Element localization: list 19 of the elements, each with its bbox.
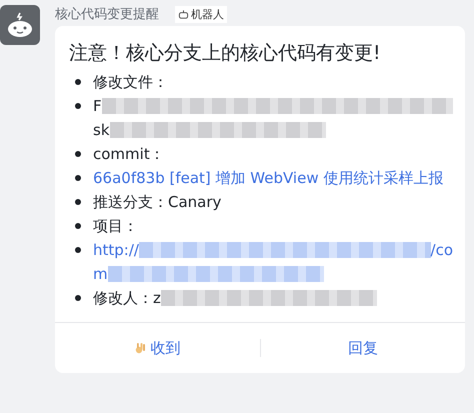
item-text: F <box>93 96 102 117</box>
link[interactable]: /co <box>430 238 453 262</box>
item-text: 推送分支：Canary <box>93 192 222 213</box>
card-title: 注意！核心分支上的核心代码有变更! <box>68 41 382 66</box>
link[interactable]: 66a0f83b [feat] 增加 WebView 使用统计采样上报 <box>93 166 444 190</box>
link[interactable]: m <box>93 262 108 286</box>
action-button[interactable]: 收到 <box>55 323 260 373</box>
item-text: 修改人： <box>93 288 153 309</box>
item-text: commit： <box>93 144 165 165</box>
bot-tag: 机器人 <box>175 6 227 22</box>
action-button[interactable]: 回复 <box>260 323 465 373</box>
robot-avatar-icon <box>0 5 40 45</box>
robot-icon <box>178 8 189 20</box>
item-text: sk <box>93 120 110 141</box>
sender-name: 核心代码变更提醒 <box>55 6 159 23</box>
link[interactable]: http:// <box>93 238 139 262</box>
item-text: z <box>153 288 161 309</box>
item-text: 修改文件： <box>93 72 168 93</box>
item-text: 项目： <box>93 216 138 237</box>
